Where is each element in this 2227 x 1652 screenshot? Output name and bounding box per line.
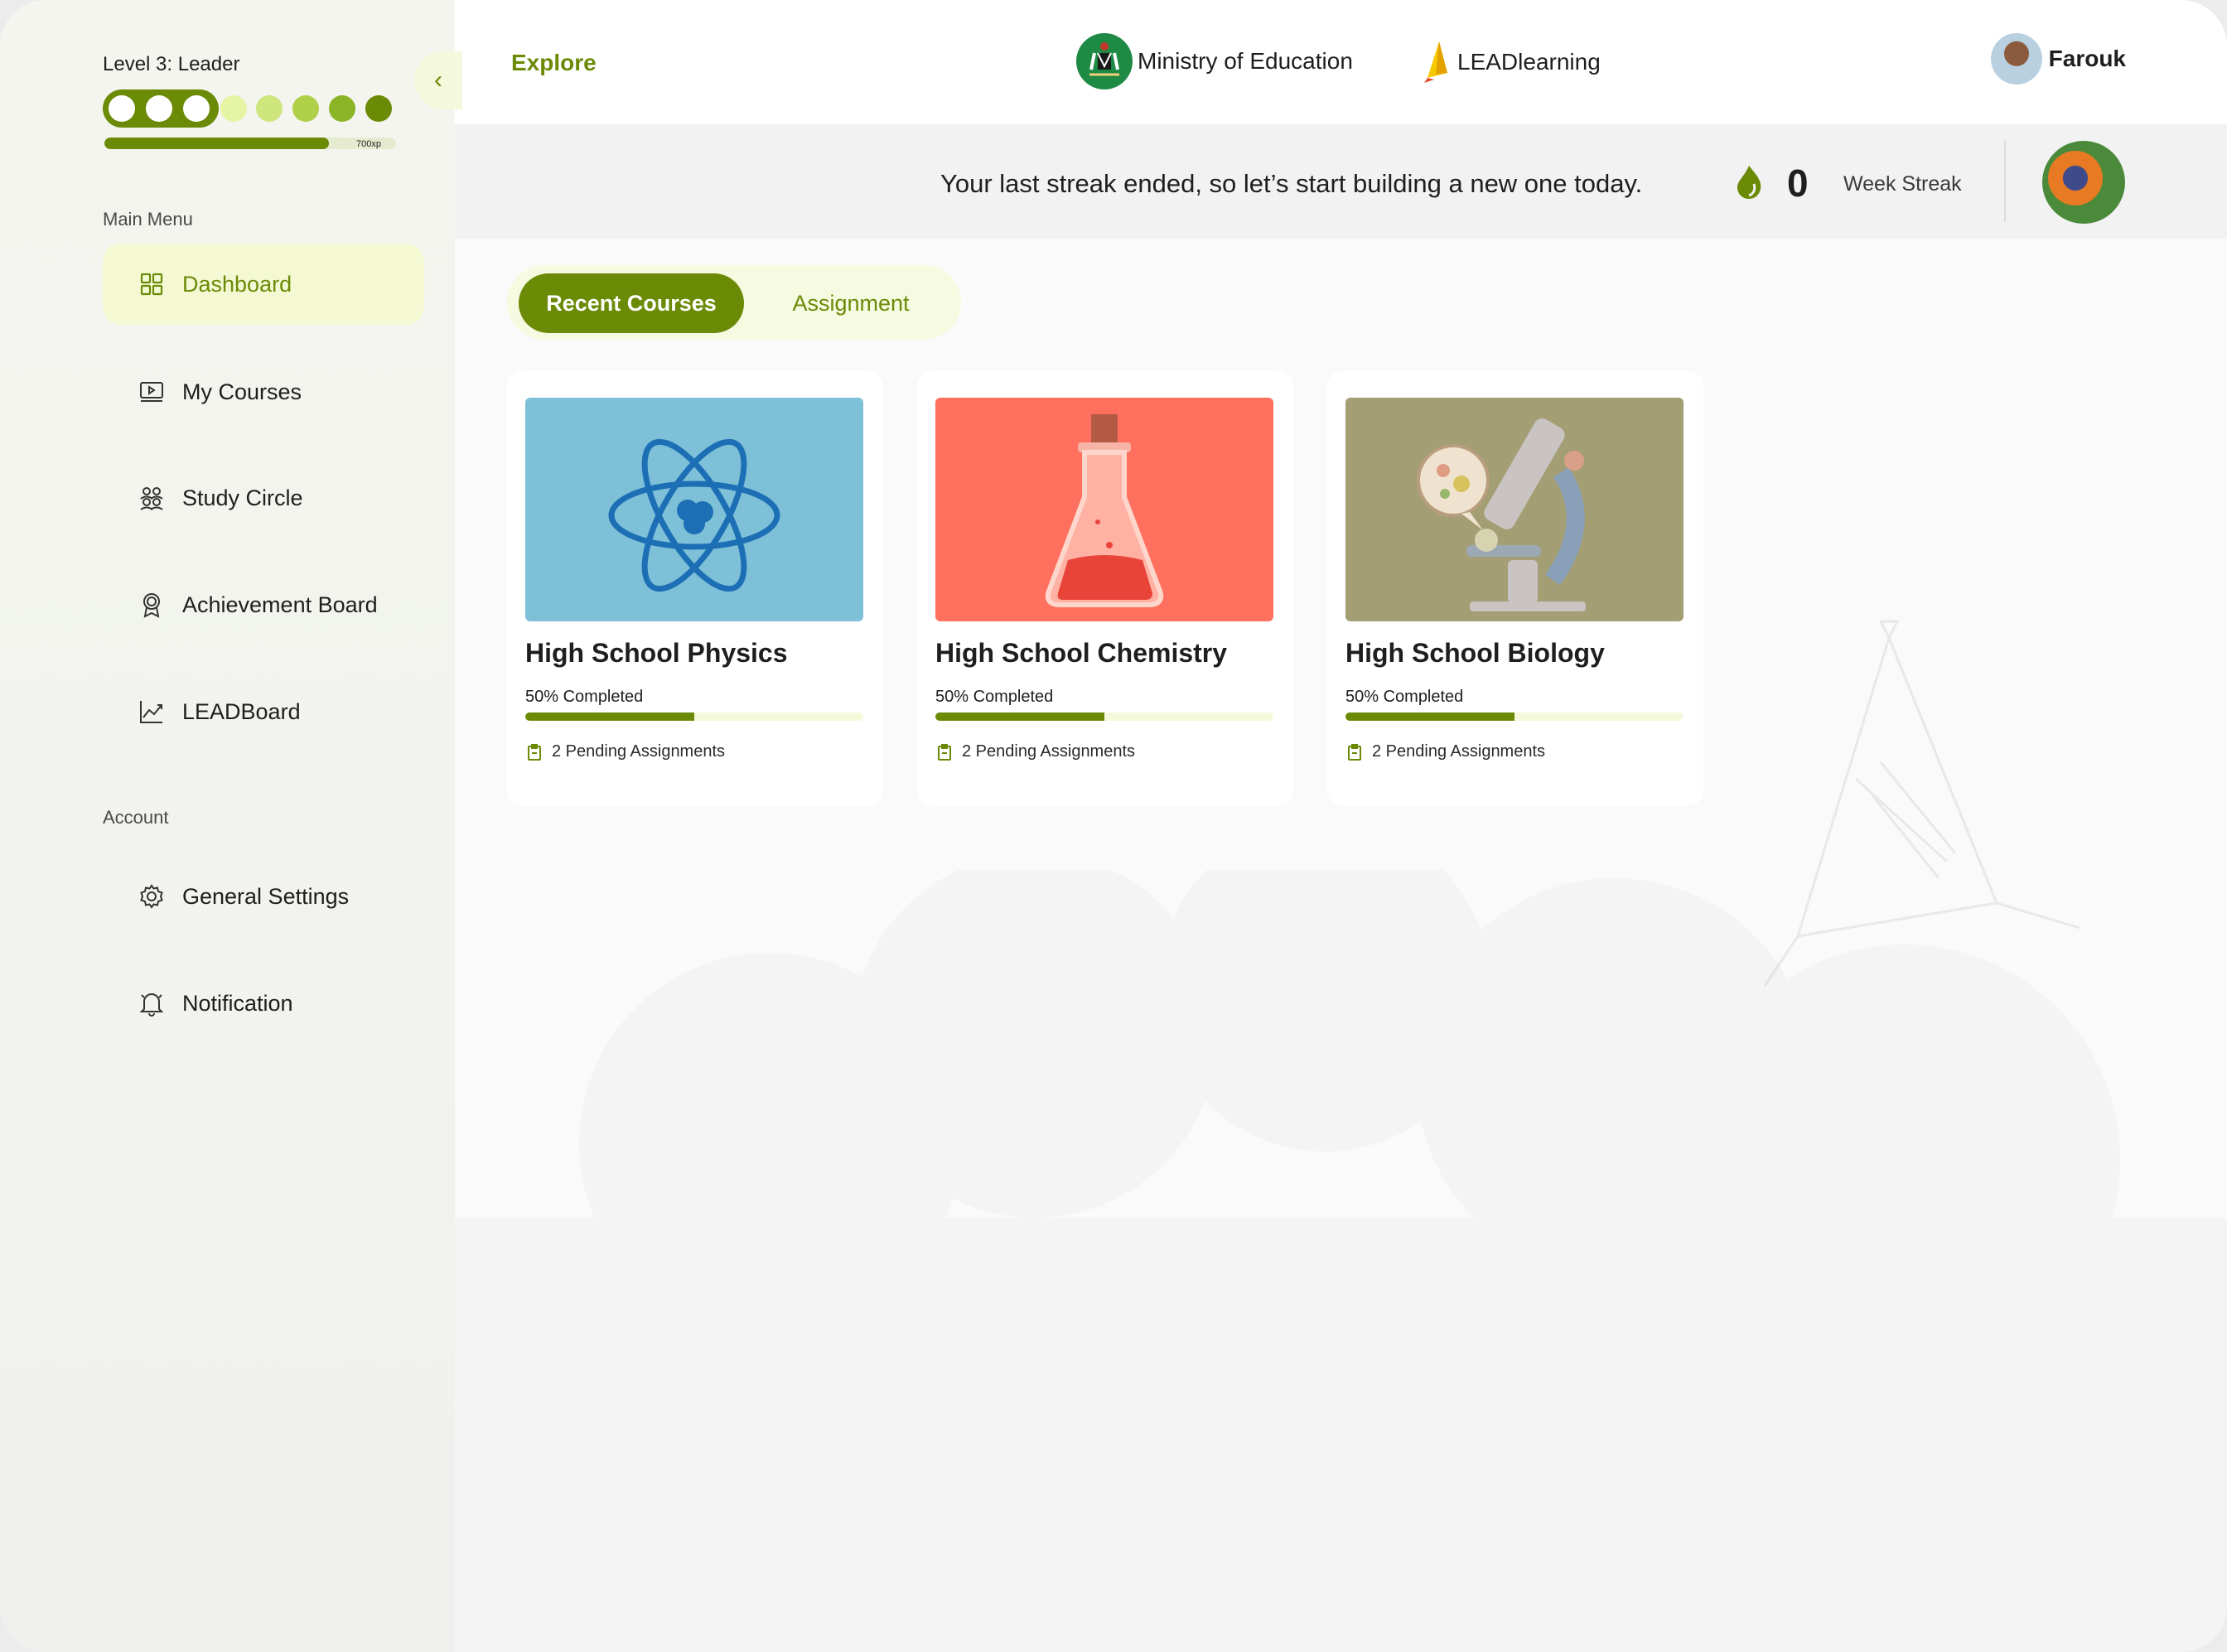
ministry-of-education-brand: Ministry of Education bbox=[1076, 33, 1353, 89]
atom-icon bbox=[525, 398, 863, 621]
sidebar-item-label: My Courses bbox=[182, 379, 302, 404]
gear-icon bbox=[138, 882, 166, 911]
streak-banner: Your last streak ended, so let’s start b… bbox=[455, 124, 2227, 239]
level-dot bbox=[256, 95, 283, 122]
sidebar-item-leadboard[interactable]: LEADBoard bbox=[103, 671, 424, 752]
leadlearning-logo bbox=[1424, 41, 1447, 83]
level-dot bbox=[365, 95, 392, 122]
sidebar-item-label: LEADBoard bbox=[182, 698, 301, 724]
sidebar-item-label: Study Circle bbox=[182, 485, 303, 510]
level-dot bbox=[109, 95, 135, 122]
clipboard-icon bbox=[528, 743, 541, 761]
chart-line-icon bbox=[138, 698, 166, 726]
streak-count: 0 bbox=[1787, 162, 1809, 205]
course-progress-fill bbox=[935, 712, 1104, 721]
streak-label: Week Streak bbox=[1843, 172, 1962, 196]
app-window: Level 3: Leader 700xp Main Menu Dashboar… bbox=[0, 0, 2227, 1652]
level-dot bbox=[292, 95, 319, 122]
course-progress-label: 50% Completed bbox=[525, 688, 644, 706]
level-dot bbox=[220, 95, 247, 122]
level-dot bbox=[146, 95, 172, 122]
sidebar-item-study-circle[interactable]: Study Circle bbox=[103, 457, 424, 539]
sidebar: Level 3: Leader 700xp Main Menu Dashboar… bbox=[0, 0, 455, 1652]
divider bbox=[2004, 141, 2006, 222]
course-image bbox=[1345, 398, 1684, 621]
level-dot bbox=[329, 95, 355, 122]
mascot-avatar[interactable] bbox=[2042, 141, 2125, 224]
course-progress-bar bbox=[1345, 712, 1684, 721]
level-dot bbox=[183, 95, 210, 122]
video-screen-icon bbox=[138, 378, 166, 406]
math-sketch-decoration bbox=[1763, 620, 2080, 987]
coat-of-arms-logo bbox=[1076, 33, 1133, 89]
microscope-icon bbox=[1345, 398, 1684, 621]
explore-link[interactable]: Explore bbox=[511, 50, 597, 76]
sidebar-item-label: Achievement Board bbox=[182, 592, 378, 617]
tab-recent-courses[interactable]: Recent Courses bbox=[519, 273, 744, 333]
clipboard-icon bbox=[938, 743, 951, 761]
course-tabs: Recent Courses Assignment bbox=[507, 265, 961, 340]
pending-label: 2 Pending Assignments bbox=[552, 742, 726, 761]
grid-icon bbox=[138, 270, 166, 298]
flask-icon bbox=[935, 398, 1273, 621]
main-menu-title: Main Menu bbox=[103, 209, 193, 229]
pending-label: 2 Pending Assignments bbox=[962, 742, 1136, 761]
xp-progress-fill bbox=[104, 138, 330, 149]
course-card-chemistry[interactable]: High School Chemistry 50% Completed 2 Pe… bbox=[917, 371, 1293, 805]
level-label: Level 3: Leader bbox=[103, 53, 240, 75]
user-profile[interactable]: Farouk bbox=[1990, 33, 2126, 85]
course-card-biology[interactable]: High School Biology 50% Completed 2 Pend… bbox=[1327, 371, 1703, 805]
course-progress-fill bbox=[1345, 712, 1514, 721]
course-title: High School Physics bbox=[525, 638, 788, 668]
chevron-left-icon: ‹ bbox=[434, 66, 442, 94]
course-title: High School Chemistry bbox=[935, 638, 1228, 668]
sidebar-item-label: General Settings bbox=[182, 883, 350, 909]
sidebar-item-achievement-board[interactable]: Achievement Board bbox=[103, 564, 424, 645]
leadlearning-brand: LEADlearning bbox=[1419, 40, 1601, 85]
course-progress-label: 50% Completed bbox=[1345, 688, 1464, 706]
ministry-label: Ministry of Education bbox=[1138, 48, 1353, 74]
xp-progress-bar bbox=[104, 138, 396, 149]
course-image bbox=[935, 398, 1273, 621]
course-card-physics[interactable]: High School Physics 50% Completed 2 Pend… bbox=[507, 371, 883, 805]
bell-icon bbox=[138, 989, 166, 1017]
course-progress-bar bbox=[935, 712, 1273, 721]
sidebar-item-dashboard[interactable]: Dashboard bbox=[103, 244, 424, 325]
avatar bbox=[1990, 33, 2042, 85]
account-title: Account bbox=[103, 807, 169, 828]
clipboard-icon bbox=[1348, 743, 1361, 761]
sidebar-item-my-courses[interactable]: My Courses bbox=[103, 351, 424, 432]
course-image bbox=[525, 398, 863, 621]
sidebar-item-notification[interactable]: Notification bbox=[103, 963, 424, 1044]
user-name: Farouk bbox=[2048, 46, 2126, 71]
sidebar-item-label: Notification bbox=[182, 990, 293, 1016]
course-title: High School Biology bbox=[1345, 638, 1605, 668]
streak-message: Your last streak ended, so let’s start b… bbox=[940, 169, 1643, 198]
award-icon bbox=[138, 591, 166, 619]
top-bar: Explore Ministry of Education LEADlearni… bbox=[455, 0, 2227, 124]
course-progress-bar bbox=[525, 712, 863, 721]
flame-icon bbox=[1737, 166, 1761, 199]
pending-label: 2 Pending Assignments bbox=[1372, 742, 1546, 761]
pending-assignments[interactable]: 2 Pending Assignments bbox=[525, 742, 725, 761]
sidebar-item-general-settings[interactable]: General Settings bbox=[103, 856, 424, 937]
course-progress-fill bbox=[525, 712, 694, 721]
course-progress-label: 50% Completed bbox=[935, 688, 1054, 706]
tab-assignment[interactable]: Assignment bbox=[747, 273, 954, 333]
level-progress-dots bbox=[103, 89, 401, 128]
xp-label: 700xp bbox=[356, 139, 381, 149]
group-icon bbox=[138, 484, 166, 512]
sidebar-item-label: Dashboard bbox=[182, 271, 292, 297]
pending-assignments[interactable]: 2 Pending Assignments bbox=[1345, 742, 1545, 761]
pending-assignments[interactable]: 2 Pending Assignments bbox=[935, 742, 1135, 761]
brand-label: LEADlearning bbox=[1457, 49, 1601, 75]
